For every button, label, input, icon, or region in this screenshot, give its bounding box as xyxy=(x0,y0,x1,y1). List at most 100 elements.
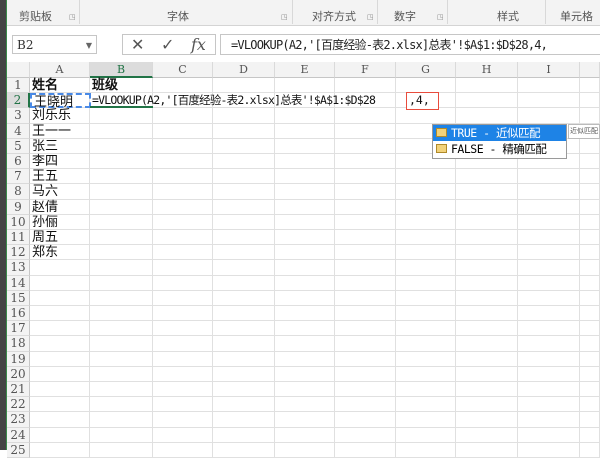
cell[interactable] xyxy=(153,275,213,291)
cell[interactable] xyxy=(90,427,153,443)
cell[interactable] xyxy=(90,260,153,276)
cell[interactable] xyxy=(518,245,580,261)
cell[interactable] xyxy=(30,442,90,458)
cell[interactable] xyxy=(153,184,213,200)
cell[interactable] xyxy=(90,169,153,185)
cell[interactable] xyxy=(580,245,600,261)
cell[interactable] xyxy=(275,275,335,291)
cell[interactable] xyxy=(213,397,275,413)
cell[interactable] xyxy=(275,412,335,428)
cell[interactable] xyxy=(580,321,600,337)
cell[interactable] xyxy=(90,275,153,291)
row-header-24[interactable]: 24 xyxy=(7,427,30,443)
cell[interactable] xyxy=(30,336,90,352)
cell[interactable] xyxy=(456,321,518,337)
cell[interactable] xyxy=(30,427,90,443)
cell[interactable] xyxy=(153,306,213,322)
chevron-down-icon[interactable]: ▼ xyxy=(86,36,92,55)
cell[interactable] xyxy=(396,245,456,261)
cell[interactable] xyxy=(456,290,518,306)
cell[interactable] xyxy=(335,427,396,443)
cell[interactable] xyxy=(213,199,275,215)
cell[interactable] xyxy=(213,245,275,261)
cell[interactable] xyxy=(396,427,456,443)
row-header-25[interactable]: 25 xyxy=(7,442,30,458)
cell[interactable] xyxy=(335,412,396,428)
cell[interactable] xyxy=(335,442,396,458)
cell[interactable] xyxy=(335,108,396,124)
cell[interactable] xyxy=(90,184,153,200)
cell[interactable] xyxy=(518,321,580,337)
cell[interactable] xyxy=(213,321,275,337)
cell[interactable] xyxy=(213,138,275,154)
cell[interactable] xyxy=(396,169,456,185)
cell[interactable] xyxy=(90,321,153,337)
row-header-12[interactable]: 12 xyxy=(7,245,30,261)
cell[interactable] xyxy=(456,275,518,291)
cell[interactable] xyxy=(90,108,153,124)
cell[interactable] xyxy=(456,366,518,382)
row-header-15[interactable]: 15 xyxy=(7,290,30,306)
cell[interactable] xyxy=(518,412,580,428)
cell[interactable] xyxy=(153,260,213,276)
cell[interactable] xyxy=(580,199,600,215)
cell[interactable] xyxy=(580,382,600,398)
cell[interactable] xyxy=(153,351,213,367)
cell[interactable] xyxy=(335,230,396,246)
cell[interactable] xyxy=(275,336,335,352)
insert-function-icon[interactable]: fx xyxy=(191,35,206,54)
cell[interactable] xyxy=(153,442,213,458)
cell[interactable] xyxy=(213,351,275,367)
cell[interactable] xyxy=(335,351,396,367)
cell[interactable] xyxy=(580,108,600,124)
cell[interactable] xyxy=(335,123,396,139)
cell[interactable] xyxy=(90,442,153,458)
column-header-I[interactable]: I xyxy=(518,62,580,78)
ribbon-group-font[interactable]: 字体 xyxy=(167,8,189,24)
row-header-7[interactable]: 7 xyxy=(7,169,30,185)
column-header-C[interactable]: C xyxy=(153,62,213,78)
enter-icon[interactable]: ✓ xyxy=(161,35,174,54)
ribbon-group-number[interactable]: 数字 xyxy=(394,8,416,24)
cell[interactable] xyxy=(518,351,580,367)
cell[interactable] xyxy=(153,123,213,139)
cell[interactable] xyxy=(335,169,396,185)
row-header-9[interactable]: 9 xyxy=(7,199,30,215)
cell[interactable] xyxy=(275,366,335,382)
cell[interactable] xyxy=(90,123,153,139)
cell[interactable] xyxy=(213,260,275,276)
cell[interactable] xyxy=(396,442,456,458)
cell[interactable] xyxy=(456,336,518,352)
cell[interactable] xyxy=(153,412,213,428)
row-header-21[interactable]: 21 xyxy=(7,382,30,398)
column-header-D[interactable]: D xyxy=(213,62,275,78)
cell[interactable] xyxy=(335,382,396,398)
row-header-16[interactable]: 16 xyxy=(7,306,30,322)
column-header-F[interactable]: F xyxy=(335,62,396,78)
cell[interactable] xyxy=(213,154,275,170)
cell[interactable] xyxy=(396,412,456,428)
cell[interactable] xyxy=(90,336,153,352)
cell[interactable] xyxy=(275,123,335,139)
cell[interactable] xyxy=(90,154,153,170)
dialog-launcher-icon[interactable]: ◳ xyxy=(367,13,374,21)
cell[interactable] xyxy=(335,245,396,261)
cell[interactable] xyxy=(153,382,213,398)
cell[interactable] xyxy=(275,108,335,124)
cell[interactable] xyxy=(275,138,335,154)
cell[interactable] xyxy=(396,275,456,291)
cell[interactable] xyxy=(153,199,213,215)
cell[interactable] xyxy=(213,382,275,398)
cell[interactable] xyxy=(518,290,580,306)
cell[interactable] xyxy=(213,275,275,291)
cell[interactable] xyxy=(153,366,213,382)
cell[interactable] xyxy=(90,214,153,230)
cell[interactable] xyxy=(30,306,90,322)
cell[interactable] xyxy=(580,336,600,352)
cell[interactable] xyxy=(335,366,396,382)
cell[interactable] xyxy=(213,336,275,352)
cell[interactable] xyxy=(580,78,600,94)
cell[interactable] xyxy=(213,78,275,94)
cell[interactable] xyxy=(335,78,396,94)
cell[interactable] xyxy=(580,427,600,443)
